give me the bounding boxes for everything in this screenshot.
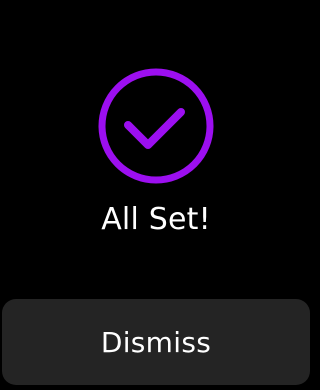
check-ring: [98, 68, 214, 184]
confirmation-title: All Set!: [101, 202, 211, 237]
dismiss-button-label: Dismiss: [100, 326, 212, 359]
checkmark-circle-graphic: [98, 68, 214, 184]
checkmark-circle-icon: [96, 66, 216, 186]
dismiss-button[interactable]: Dismiss: [2, 299, 310, 385]
check-mark: [124, 108, 185, 149]
confirmation-screen: All Set! Dismiss: [0, 0, 312, 390]
